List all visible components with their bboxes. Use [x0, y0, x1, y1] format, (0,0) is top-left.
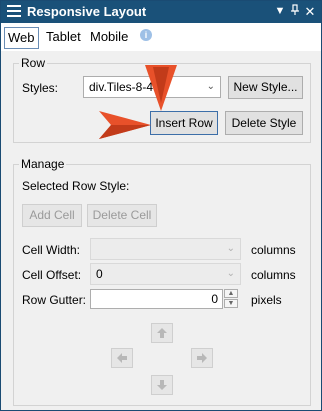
- responsive-layout-panel: Responsive Layout ▼ ✕ Web Tablet Mobile …: [0, 0, 322, 411]
- callout-arrow-right-icon: [99, 111, 151, 139]
- chevron-down-icon: ⌄: [206, 81, 215, 92]
- cell-offset-label: Cell Offset:: [22, 268, 82, 282]
- manage-group: [13, 164, 311, 406]
- chevron-down-icon: ⌄: [226, 243, 235, 254]
- spin-up-icon[interactable]: ▲: [224, 289, 238, 298]
- close-icon[interactable]: ✕: [303, 4, 317, 19]
- tab-web[interactable]: Web: [4, 27, 39, 49]
- cell-offset-value: 0: [96, 267, 103, 281]
- selected-row-style-label: Selected Row Style:: [22, 179, 130, 193]
- arrow-right-icon: [197, 353, 207, 363]
- row-group-label: Row: [19, 56, 48, 70]
- arrow-left-icon: [117, 353, 127, 363]
- tab-tablet[interactable]: Tablet: [43, 27, 84, 49]
- cell-width-unit: columns: [251, 243, 296, 257]
- styles-label: Styles:: [22, 81, 59, 95]
- move-up-button[interactable]: [151, 323, 173, 343]
- cell-offset-unit: columns: [251, 268, 296, 282]
- delete-style-button[interactable]: Delete Style: [225, 111, 303, 135]
- dropdown-arrow-icon[interactable]: ▼: [273, 4, 287, 19]
- panel-title: Responsive Layout: [27, 4, 147, 19]
- insert-row-button[interactable]: Insert Row: [150, 111, 218, 135]
- row-gutter-input[interactable]: 0: [90, 289, 223, 309]
- add-cell-button[interactable]: Add Cell: [22, 204, 82, 227]
- cell-width-select[interactable]: ⌄: [90, 238, 241, 260]
- cell-offset-select[interactable]: 0 ⌄: [90, 263, 241, 285]
- cell-width-label: Cell Width:: [22, 243, 81, 257]
- manage-group-label: Manage: [19, 157, 67, 171]
- arrow-down-icon: [157, 380, 167, 390]
- chevron-down-icon: ⌄: [226, 268, 235, 279]
- pin-icon[interactable]: [288, 4, 302, 19]
- new-style-button[interactable]: New Style...: [228, 76, 303, 99]
- hamburger-menu-icon[interactable]: [7, 5, 21, 18]
- row-gutter-label: Row Gutter:: [22, 293, 87, 307]
- delete-cell-button[interactable]: Delete Cell: [87, 204, 157, 227]
- callout-arrow-down-icon: [145, 65, 177, 111]
- panel-titlebar: Responsive Layout ▼ ✕: [1, 1, 321, 23]
- arrow-up-icon: [157, 328, 167, 338]
- move-left-button[interactable]: [111, 348, 133, 368]
- spin-down-icon[interactable]: ▼: [224, 299, 238, 308]
- device-tabs: Web Tablet Mobile: [1, 23, 321, 51]
- tab-mobile[interactable]: Mobile: [87, 27, 131, 49]
- row-gutter-unit: pixels: [251, 293, 282, 307]
- move-right-button[interactable]: [191, 348, 213, 368]
- move-down-button[interactable]: [151, 375, 173, 395]
- info-icon: i: [140, 29, 152, 41]
